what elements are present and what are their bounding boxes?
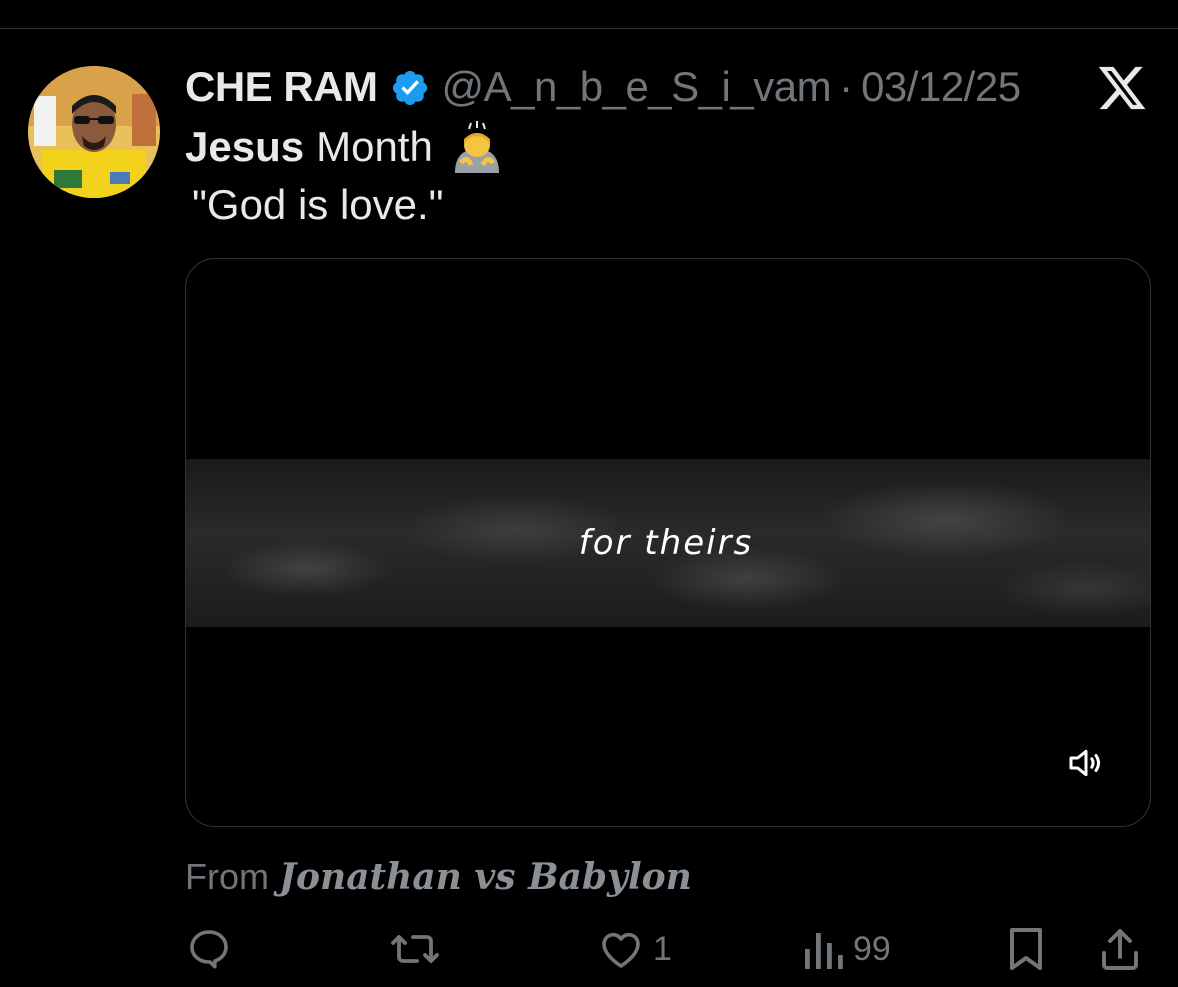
views-icon (801, 925, 845, 973)
repost-button[interactable] (389, 920, 441, 978)
bookmark-icon (1003, 925, 1049, 973)
from-label: From (185, 856, 269, 897)
post-text-line-2: "God is love." (192, 181, 444, 228)
source-attribution: From Jonathan vs Babylon (185, 852, 692, 902)
separator-dot: · (839, 63, 854, 110)
post-text-line-1: Jesus Month (185, 120, 505, 174)
x-logo-icon[interactable] (1096, 62, 1148, 114)
post-header: CHE RAM @A_n_b_e_S_i_vam · 03/12/25 (185, 60, 1021, 114)
bookmark-button[interactable] (1003, 920, 1049, 978)
reply-icon (185, 925, 233, 973)
heart-icon (597, 925, 645, 973)
post-text-rest: Month (316, 123, 433, 170)
repost-icon (389, 925, 441, 973)
post-date[interactable]: 03/12/25 (861, 60, 1021, 114)
source-name[interactable]: Jonathan vs Babylon (279, 856, 692, 898)
post-text-bold: Jesus (185, 123, 305, 170)
display-name[interactable]: CHE RAM (185, 60, 378, 114)
video-player[interactable]: for theirs (185, 258, 1151, 827)
share-icon (1097, 925, 1143, 973)
volume-icon[interactable] (1066, 743, 1106, 783)
video-caption: for theirs (578, 523, 754, 563)
like-count: 1 (653, 929, 672, 968)
avatar[interactable] (28, 66, 160, 198)
action-bar: 1 99 (185, 920, 1151, 978)
avatar-image (28, 66, 160, 198)
views-count: 99 (853, 929, 891, 968)
author-handle[interactable]: @A_n_b_e_S_i_vam (442, 60, 832, 114)
views-button[interactable]: 99 (801, 920, 891, 978)
top-divider (0, 28, 1178, 29)
verified-badge-icon (390, 67, 430, 107)
person-bowing-emoji (449, 119, 505, 175)
like-button[interactable]: 1 (597, 920, 672, 978)
share-button[interactable] (1097, 920, 1143, 978)
reply-button[interactable] (185, 920, 233, 978)
